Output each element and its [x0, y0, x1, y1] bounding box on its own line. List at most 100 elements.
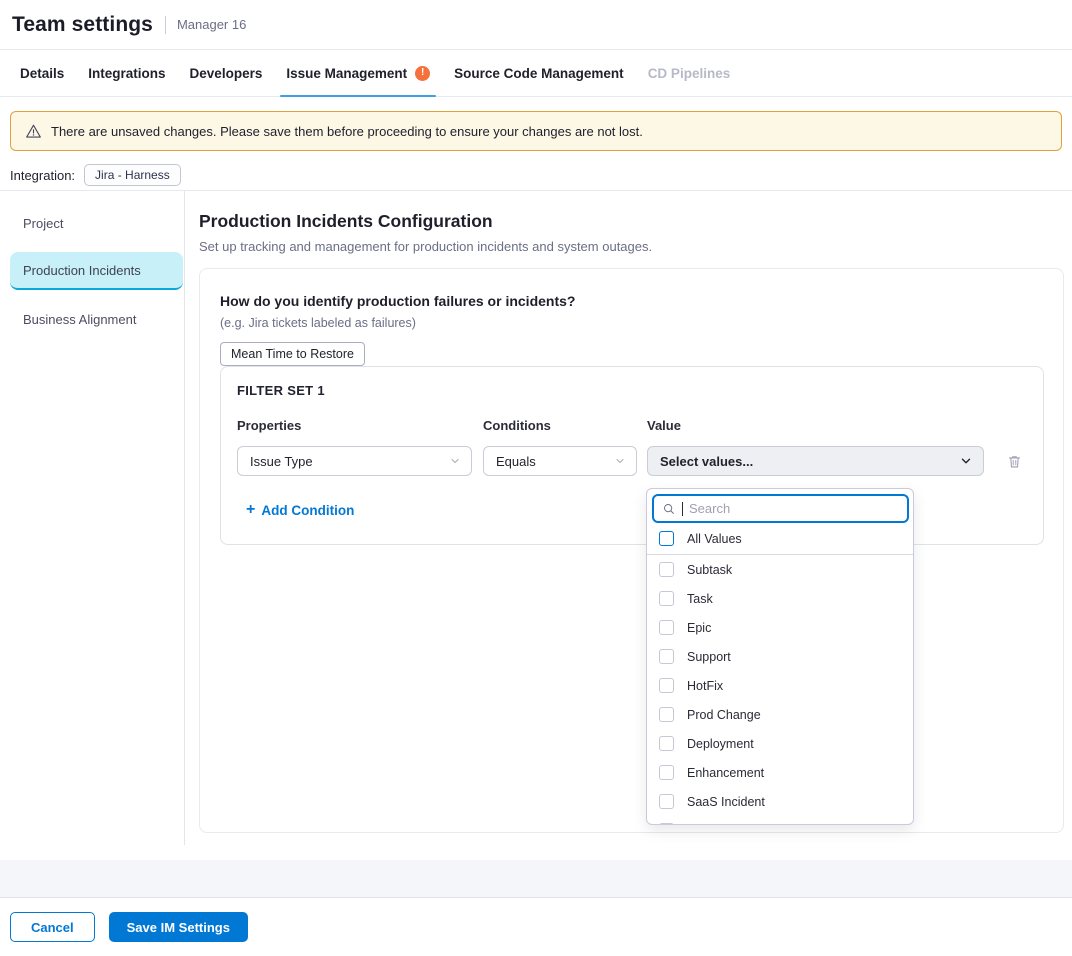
- search-icon: [662, 502, 676, 516]
- tab-developers[interactable]: Developers: [184, 50, 269, 96]
- option-prod-change[interactable]: Prod Change: [647, 700, 913, 729]
- question-hint: (e.g. Jira tickets labeled as failures): [220, 316, 1043, 330]
- configuration-card: How do you identify production failures …: [199, 268, 1064, 833]
- sidebar-item-label: Project: [23, 216, 63, 231]
- option-label: All Values: [687, 532, 742, 546]
- plus-icon: +: [246, 502, 255, 518]
- tab-bar: Details Integrations Developers Issue Ma…: [0, 50, 1072, 97]
- checkbox[interactable]: [659, 794, 674, 809]
- tab-cd-pipelines: CD Pipelines: [642, 50, 737, 96]
- tab-label: Source Code Management: [454, 66, 624, 81]
- add-condition-button[interactable]: + Add Condition: [246, 502, 354, 518]
- tab-label: CD Pipelines: [648, 66, 731, 81]
- text-cursor: [682, 502, 683, 516]
- alert-badge-icon: !: [415, 66, 430, 81]
- sidebar-item-label: Business Alignment: [23, 312, 136, 327]
- checkbox[interactable]: [659, 707, 674, 722]
- option-deployment[interactable]: Deployment: [647, 729, 913, 758]
- value-multiselect[interactable]: Select values...: [647, 446, 984, 476]
- sidebar-item-production-incidents[interactable]: Production Incidents: [10, 252, 183, 290]
- sidebar-item-project[interactable]: Project: [10, 204, 183, 242]
- tab-source-code-management[interactable]: Source Code Management: [448, 50, 630, 96]
- checkbox[interactable]: [659, 678, 674, 693]
- option-enhancement[interactable]: Enhancement: [647, 758, 913, 787]
- property-select-value: Issue Type: [250, 454, 313, 469]
- condition-select[interactable]: Equals: [483, 446, 637, 476]
- banner-text: There are unsaved changes. Please save t…: [51, 124, 643, 139]
- checkbox-all-values[interactable]: [659, 531, 674, 546]
- page-header: Team settings Manager 16: [0, 0, 1072, 50]
- value-select-placeholder: Select values...: [660, 454, 753, 469]
- option-hotfix[interactable]: HotFix: [647, 671, 913, 700]
- settings-sidebar: Project Production Incidents Business Al…: [0, 191, 185, 845]
- active-tab-underline: [280, 95, 436, 97]
- sidebar-item-business-alignment[interactable]: Business Alignment: [10, 300, 183, 338]
- option-label: Prod Change: [687, 708, 761, 722]
- chevron-down-icon: [959, 454, 973, 468]
- option-subtask[interactable]: Subtask: [647, 555, 913, 584]
- integration-label: Integration:: [10, 168, 75, 183]
- save-im-settings-button[interactable]: Save IM Settings: [109, 912, 248, 942]
- tab-issue-management[interactable]: Issue Management !: [280, 50, 436, 96]
- page-title: Team settings: [12, 13, 153, 37]
- filter-row: Issue Type Equals Select values...: [237, 446, 1027, 476]
- title-divider: [165, 16, 166, 34]
- option-label: SaaS Incident: [687, 795, 765, 809]
- option-customer-notification[interactable]: Customer Notification: [647, 816, 913, 825]
- tab-label: Details: [20, 66, 64, 81]
- column-label-properties: Properties: [237, 418, 483, 433]
- filter-set-card: FILTER SET 1 Properties Conditions Value…: [220, 366, 1044, 545]
- value-dropdown-panel: All Values Subtask Task Epic Support Hot…: [646, 488, 914, 825]
- section-title: Production Incidents Configuration: [199, 211, 493, 232]
- filter-column-labels: Properties Conditions Value: [237, 418, 1027, 433]
- add-condition-label: Add Condition: [261, 503, 354, 518]
- chevron-down-icon: [449, 455, 461, 467]
- metric-chip-mean-time-to-restore[interactable]: Mean Time to Restore: [220, 342, 365, 366]
- warning-triangle-icon: [25, 123, 42, 140]
- tab-label: Developers: [190, 66, 263, 81]
- option-all-values[interactable]: All Values: [647, 523, 913, 555]
- condition-select-value: Equals: [496, 454, 536, 469]
- trash-icon: [1006, 453, 1023, 470]
- option-label: Epic: [687, 621, 711, 635]
- option-task[interactable]: Task: [647, 584, 913, 613]
- dropdown-search[interactable]: [652, 494, 909, 523]
- integration-row: Integration: Jira - Harness: [10, 163, 181, 187]
- checkbox[interactable]: [659, 765, 674, 780]
- integration-chip[interactable]: Jira - Harness: [84, 164, 181, 186]
- footer-action-bar: Cancel Save IM Settings: [0, 897, 1072, 956]
- column-label-value: Value: [647, 418, 1027, 433]
- footer-spacer: [0, 860, 1072, 897]
- checkbox[interactable]: [659, 736, 674, 751]
- tab-label: Integrations: [88, 66, 165, 81]
- option-label: Deployment: [687, 737, 754, 751]
- option-label: Support: [687, 650, 731, 664]
- sidebar-item-label: Production Incidents: [23, 263, 141, 278]
- option-label: Task: [687, 592, 713, 606]
- tab-details[interactable]: Details: [14, 50, 70, 96]
- unsaved-changes-banner: There are unsaved changes. Please save t…: [10, 111, 1062, 151]
- team-settings-page: Team settings Manager 16 Details Integra…: [0, 0, 1072, 956]
- checkbox[interactable]: [659, 562, 674, 577]
- checkbox[interactable]: [659, 620, 674, 635]
- search-input[interactable]: [689, 501, 899, 516]
- checkbox[interactable]: [659, 823, 674, 825]
- checkbox[interactable]: [659, 591, 674, 606]
- chevron-down-icon: [614, 455, 626, 467]
- column-label-conditions: Conditions: [483, 418, 647, 433]
- tab-integrations[interactable]: Integrations: [82, 50, 171, 96]
- option-label: Enhancement: [687, 766, 764, 780]
- section-subtitle: Set up tracking and management for produ…: [199, 239, 652, 254]
- delete-filter-row-button[interactable]: [1004, 451, 1025, 472]
- option-support[interactable]: Support: [647, 642, 913, 671]
- option-label: Subtask: [687, 563, 732, 577]
- property-select[interactable]: Issue Type: [237, 446, 472, 476]
- tab-label: Issue Management: [286, 66, 407, 81]
- checkbox[interactable]: [659, 649, 674, 664]
- option-label: HotFix: [687, 679, 723, 693]
- filter-set-title: FILTER SET 1: [237, 383, 1027, 398]
- cancel-button[interactable]: Cancel: [10, 912, 95, 942]
- option-saas-incident[interactable]: SaaS Incident: [647, 787, 913, 816]
- question-heading: How do you identify production failures …: [220, 293, 1043, 309]
- option-epic[interactable]: Epic: [647, 613, 913, 642]
